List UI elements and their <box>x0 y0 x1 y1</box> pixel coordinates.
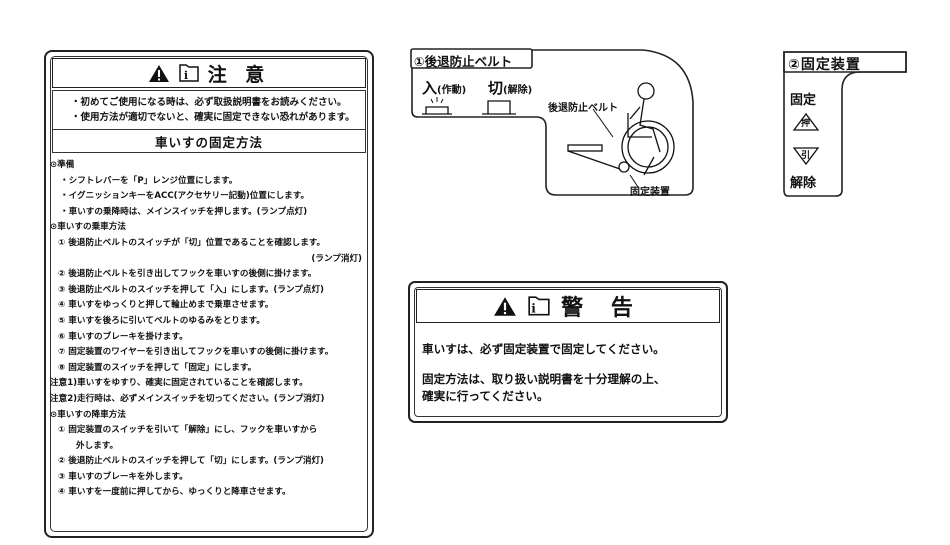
instruction-line: ⊙準備 <box>50 160 75 170</box>
warning-line-3: 確実に行ってください。 <box>422 389 549 403</box>
method-title: 車いすの固定方法 <box>52 130 366 153</box>
manual-book-icon: i <box>178 63 199 82</box>
instruction-line: ① 固定装置のスイッチを引いて「解除」にし、フックを車いすから <box>58 425 318 436</box>
off-text: 切 <box>488 79 504 97</box>
fix-callout: 固定装置 <box>630 187 670 198</box>
instruction-line: ・イグニッションキーをACC(アクセサリー記動)位置にします。 <box>60 191 310 202</box>
warning-triangle-icon <box>148 64 169 82</box>
belt-label: ①後退防止ベルト 入(作動) 切(解除) 後退防止ベルト 固定装置 <box>408 47 698 198</box>
instruction-line: 外します。 <box>76 440 119 451</box>
instruction-line: ③ 車いすのブレーキを外します。 <box>58 471 188 482</box>
on-sub-text: (作動) <box>437 85 467 96</box>
fix-device-label: ②固定装置 固定 押 引 解除 <box>780 50 910 198</box>
off-sub-text: (解除) <box>503 85 533 96</box>
warning-triangle-icon <box>494 296 517 316</box>
instruction-line: ⑧ 固定装置のスイッチを押して「固定」にします。 <box>58 362 257 373</box>
instruction-line: ⑤ 車いすを後ろに引いてベルトのゆるみをとります。 <box>58 315 265 326</box>
intro-line: ・初めてご使用になる時は、必ず取扱説明書をお読みください。 <box>71 97 347 108</box>
instruction-line: ① 後退防止ベルトのスイッチが「切」位置であることを確認します。 <box>58 237 326 248</box>
instruction-line: ② 後退防止ベルトのスイッチを押して「切」にします。(ランプ消灯) <box>58 456 324 467</box>
on-label: 入(作動) <box>422 77 466 98</box>
pull-text: 引 <box>801 151 811 161</box>
warning-header: i 警 告 <box>416 289 720 323</box>
intro-line: ・使用方法が適切でないと、確実に固定できない恐れがあります。 <box>71 112 355 123</box>
instruction-line: 注意1)車いすをゆすり、確実に固定されていることを確認します。 <box>50 378 308 389</box>
instruction-line: 注意2)走行時は、必ずメインスイッチを切ってください。(ランプ消灯) <box>50 393 325 404</box>
svg-text:i: i <box>531 301 546 315</box>
fix-label-title: ②固定装置 <box>788 57 861 73</box>
warning-label: i 警 告 車いすは、必ず固定装置で固定してください。 固定方法は、取り扱い説明… <box>408 281 728 423</box>
instruction-line: ⊙車いすの乗車方法 <box>50 222 126 233</box>
belt-callout: 後退防止ベルト <box>548 103 618 114</box>
fix-text: 固定 <box>790 93 817 108</box>
caution-instructions: ⊙準備・シフトレバーを「P」レンジ位置にします。・イグニッションキーをACC(ア… <box>50 158 366 501</box>
instruction-line: ⑦ 固定装置のワイヤーを引き出してフックを車いすの後側に掛けます。 <box>58 347 334 358</box>
instruction-line: ④ 車いすを一度前に押してから、ゆっくりと降車させます。 <box>58 487 291 498</box>
instruction-line: ② 後退防止ベルトを引き出してフックを車いすの後側に掛けます。 <box>58 269 317 280</box>
push-text: 押 <box>801 119 811 129</box>
instruction-line: ⊙車いすの降車方法 <box>50 409 126 420</box>
instruction-line: ④ 車いすをゆっくりと押して輪止めまで乗車させます。 <box>58 300 274 311</box>
manual-book-icon: i <box>528 295 550 315</box>
off-label: 切(解除) <box>488 77 532 98</box>
svg-text:i: i <box>184 69 194 82</box>
instruction-line: ・車いすの乗降時は、メインスイッチを押します。(ランプ点灯) <box>60 206 308 217</box>
warning-title: 警 告 <box>561 296 643 321</box>
caution-label: i 注 意 ・初めてご使用になる時は、必ず取扱説明書をお読みください。 ・使用方… <box>44 50 374 538</box>
instruction-line: ③ 後退防止ベルトのスイッチを押して「入」にします。(ランプ点灯) <box>58 284 324 295</box>
instruction-line: ・シフトレバーを「P」レンジ位置にします。 <box>60 175 238 186</box>
belt-label-title: ①後退防止ベルト <box>414 54 513 69</box>
instruction-line: (ランプ消灯) <box>311 253 362 264</box>
warning-line-1: 車いすは、必ず固定装置で固定してください。 <box>422 342 665 356</box>
release-text: 解除 <box>790 176 817 191</box>
caution-intro: ・初めてご使用になる時は、必ず取扱説明書をお読みください。 ・使用方法が適切でな… <box>52 90 366 130</box>
caution-header: i 注 意 <box>52 58 366 88</box>
on-text: 入 <box>422 79 438 97</box>
instruction-line: ⑥ 車いすのブレーキを掛けます。 <box>58 331 188 342</box>
warning-line-2: 固定方法は、取り扱い説明書を十分理解の上、 <box>422 372 666 386</box>
caution-title: 注 意 <box>207 63 271 86</box>
